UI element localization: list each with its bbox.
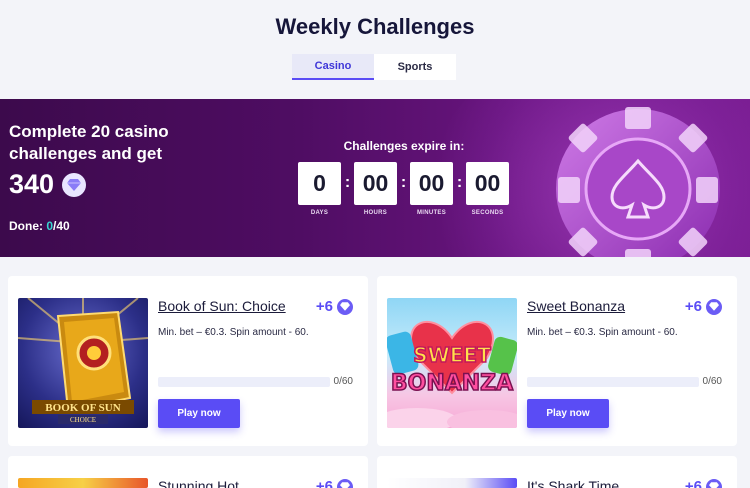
days-label: DAYS [310,210,329,216]
done-counter: Done: 0/40 [9,219,70,233]
countdown-minutes: 00 MINUTES [410,162,453,216]
points-value: +6 [684,478,702,488]
points-value: +6 [315,478,333,488]
done-label: Done: [9,219,43,233]
game-title-link[interactable]: Book of Sun: Choice [158,298,286,314]
time-separator: : [400,174,407,191]
diamond-icon [337,478,353,488]
countdown-hours: 00 HOURS [354,162,397,216]
challenge-description: Min. bet – €0.3. Spin amount - 60. [527,327,678,338]
sweet-text: SWEET [413,343,491,367]
game-title-link[interactable]: Sweet Bonanza [527,298,625,314]
tab-casino[interactable]: Casino [292,54,374,80]
reward-amount: 340 [9,169,55,199]
hours-label: HOURS [363,210,388,216]
page-title: Weekly Challenges [275,14,475,39]
expire-label: Challenges expire in: [343,139,465,153]
seconds-value: 00 [466,162,509,205]
points-badge: +6 [685,478,722,488]
challenge-card: BOOK OF SUN CHOICE Book of Sun: Choice +… [8,276,368,446]
points-badge: +6 [685,298,722,315]
seconds-label: SECONDS [471,210,504,216]
time-separator: : [344,174,351,191]
countdown-days: 0 DAYS [298,162,341,216]
book-of-sun-thumbnail[interactable]: BOOK OF SUN CHOICE [18,298,148,428]
diamond-icon [706,298,722,315]
time-separator: : [456,174,463,191]
reward: 340 [9,169,87,200]
stunning-hot-thumbnail[interactable] [18,478,148,488]
game-title-link[interactable]: It's Shark Time [527,478,619,488]
challenge-card: SWEET BONANZA Sweet Bonanza +6 Min. bet … [377,276,737,446]
minutes-label: MINUTES [416,210,447,216]
play-now-button[interactable]: Play now [527,399,609,428]
minutes-value: 00 [410,162,453,205]
poker-chip-spade-icon [556,107,720,257]
points-value: +6 [315,298,333,315]
challenge-card: It's Shark Time +6 [377,456,737,488]
progress-text: 0/60 [702,376,722,387]
bonanza-text: BONANZA [391,371,513,396]
game-title-link[interactable]: Stunning Hot [158,478,239,488]
progress-bar [158,377,330,387]
countdown-timer: 0 DAYS : 00 HOURS : 00 MINUTES : 00 SECO… [298,162,509,216]
points-badge: +6 [316,298,353,315]
diamond-icon [62,172,87,197]
done-total: /40 [53,219,70,233]
countdown-seconds: 00 SECONDS [466,162,509,216]
points-badge: +6 [316,478,353,488]
diamond-icon [706,478,722,488]
days-value: 0 [298,162,341,205]
diamond-icon [337,298,353,315]
play-now-button[interactable]: Play now [158,399,240,428]
challenge-card: Stunning Hot +6 [8,456,368,488]
svg-text:BOOK OF SUN: BOOK OF SUN [45,402,120,414]
points-value: +6 [684,298,702,315]
hours-value: 00 [354,162,397,205]
progress-text: 0/60 [333,376,353,387]
challenge-banner: Complete 20 casino challenges and get 34… [0,99,750,257]
challenge-description: Min. bet – €0.3. Spin amount - 60. [158,327,309,338]
challenge-tabs: Casino Sports [292,54,456,80]
shark-time-thumbnail[interactable] [387,478,517,488]
progress-bar [527,377,699,387]
tab-sports[interactable]: Sports [374,54,456,80]
svg-text:CHOICE: CHOICE [70,416,96,424]
sweet-bonanza-thumbnail[interactable]: SWEET BONANZA [387,298,517,428]
